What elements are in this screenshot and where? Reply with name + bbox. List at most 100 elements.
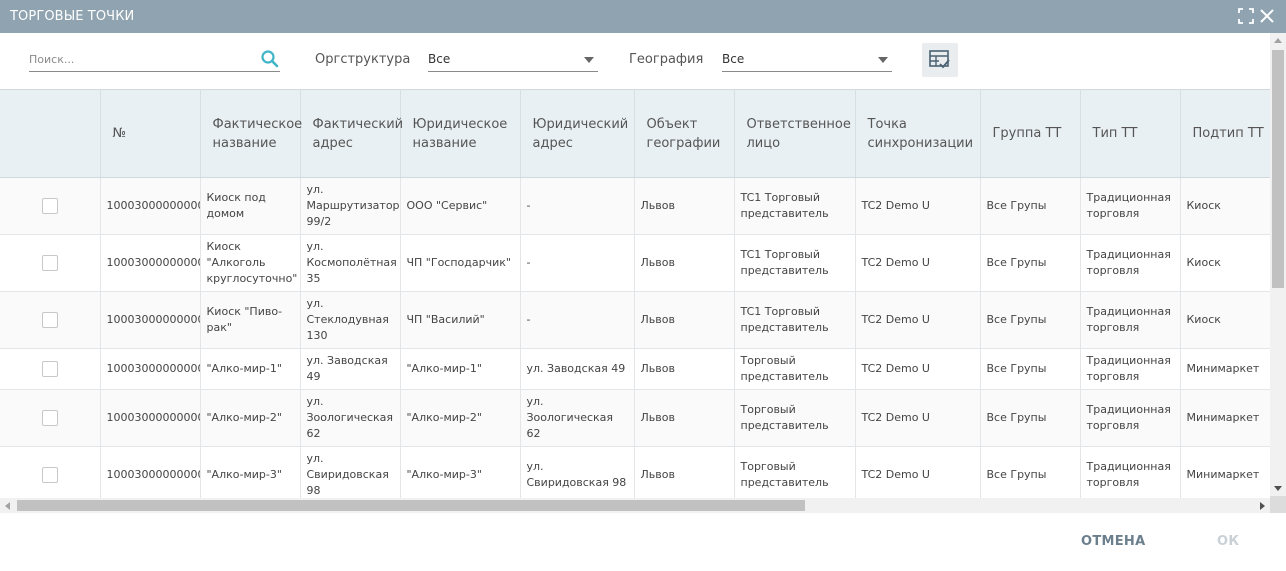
table-cell: ул. Зоологическая 62: [300, 389, 401, 447]
table-cell: "Алко-мир-3": [200, 446, 301, 498]
table-settings-button[interactable]: [922, 43, 958, 77]
column-header[interactable]: Ответственное лицо: [734, 89, 856, 178]
table-cell: ул. Заводская 49: [300, 348, 401, 390]
horizontal-scroll-thumb[interactable]: [17, 500, 805, 511]
geography-label: География: [629, 52, 704, 67]
row-select-cell[interactable]: [0, 348, 101, 390]
maximize-icon[interactable]: [1238, 8, 1254, 24]
table-cell: TC2 Demo U: [855, 177, 981, 235]
table-cell: ул. Свиридовская 98: [520, 446, 635, 498]
table-cell: Львов: [634, 291, 735, 349]
close-icon[interactable]: [1259, 8, 1275, 24]
column-header[interactable]: Подтип ТТ: [1180, 89, 1270, 178]
table-cell: TC1 Торговый представитель: [734, 177, 856, 235]
table-row[interactable]: 1000300000000005 "Алко-мир-2" ул. Зоолог…: [0, 389, 1270, 447]
table-cell: Киоск: [1180, 234, 1270, 292]
column-header[interactable]: №: [100, 89, 201, 178]
search-field[interactable]: [29, 48, 280, 72]
search-input[interactable]: [29, 48, 254, 71]
table-cell: 1000300000000006: [100, 446, 201, 498]
chevron-down-icon[interactable]: [584, 57, 594, 63]
scroll-right-icon[interactable]: [1260, 502, 1265, 510]
row-checkbox[interactable]: [41, 361, 58, 377]
title-bar: ТОРГОВЫЕ ТОЧКИ: [0, 0, 1286, 33]
table-settings-icon: [929, 50, 950, 69]
table-cell: -: [520, 177, 635, 235]
row-select-cell[interactable]: [0, 446, 101, 498]
trade-points-table: № Фактическое название Фактический адрес…: [0, 89, 1270, 498]
table-cell: ЧП "Господарчик": [400, 234, 521, 292]
table-cell: TC2 Demo U: [855, 291, 981, 349]
org-structure-label: Оргструктура: [315, 52, 411, 67]
table-cell: Традиционная торговля: [1080, 177, 1181, 235]
table-cell: "Алко-мир-1": [400, 348, 521, 390]
column-header[interactable]: Тип ТТ: [1080, 89, 1181, 178]
table-cell: Традиционная торговля: [1080, 234, 1181, 292]
table-cell: TC2 Demo U: [855, 234, 981, 292]
org-structure-select[interactable]: Все: [428, 48, 598, 72]
table-cell: ул. Маршрутизаторная 99/2: [300, 177, 401, 235]
row-checkbox[interactable]: [41, 410, 58, 426]
column-header[interactable]: Точка синхронизации: [855, 89, 981, 178]
table-cell: Киоск "Пиво-рак": [200, 291, 301, 349]
table-cell: 1000300000000001: [100, 177, 201, 235]
table-cell: Львов: [634, 446, 735, 498]
table-cell: ул. Свиридовская 98: [300, 446, 401, 498]
table-cell: ООО "Сервис": [400, 177, 521, 235]
table-cell: -: [520, 291, 635, 349]
table-cell: Все Групы: [980, 177, 1081, 235]
table-cell: Киоск: [1180, 177, 1270, 235]
column-header[interactable]: Фактический адрес: [300, 89, 403, 178]
table-cell: Львов: [634, 177, 735, 235]
table-row[interactable]: 1000300000000001 Киоск под домом ул. Мар…: [0, 177, 1270, 235]
ok-button[interactable]: ОК: [1217, 534, 1239, 549]
table-cell: Все Групы: [980, 348, 1081, 390]
table-row[interactable]: 1000300000000003 Киоск "Пиво-рак" ул. Ст…: [0, 291, 1270, 349]
table-cell: Минимаркет: [1180, 348, 1270, 390]
org-structure-value: Все: [428, 52, 451, 66]
column-header[interactable]: Юридическое название: [400, 89, 521, 178]
column-header[interactable]: Объект географии: [634, 89, 735, 178]
table-cell: Традиционная торговля: [1080, 446, 1181, 498]
geography-value: Все: [722, 52, 745, 66]
table-row[interactable]: 1000300000000002 Киоск "Алкоголь круглос…: [0, 234, 1270, 292]
table-cell: TC1 Торговый представитель: [734, 234, 856, 292]
search-icon[interactable]: [260, 49, 280, 69]
table-cell: Львов: [634, 348, 735, 390]
table-cell: Все Групы: [980, 234, 1081, 292]
row-checkbox[interactable]: [41, 255, 58, 271]
table-cell: Торговый представитель: [734, 348, 856, 390]
column-header[interactable]: Фактическое название: [200, 89, 302, 178]
scroll-up-icon[interactable]: [1274, 38, 1282, 43]
column-header[interactable]: Юридический адрес: [520, 89, 635, 178]
table-cell: ул. Космополётная 35: [300, 234, 401, 292]
filter-toolbar: Оргструктура Все География Все: [0, 33, 1286, 89]
scroll-left-icon[interactable]: [5, 502, 10, 510]
row-checkbox[interactable]: [41, 312, 58, 328]
chevron-down-icon[interactable]: [878, 57, 888, 63]
table-cell: "Алко-мир-2": [400, 389, 521, 447]
table-cell: ул. Зоологическая 62: [520, 389, 635, 447]
table-cell: Киоск "Алкоголь круглосуточно": [200, 234, 301, 292]
table-cell: ул. Стеклодувная 130: [300, 291, 401, 349]
table-row[interactable]: 1000300000000006 "Алко-мир-3" ул. Свирид…: [0, 446, 1270, 498]
vertical-scroll-thumb[interactable]: [1272, 50, 1284, 288]
horizontal-scrollbar[interactable]: [0, 498, 1270, 513]
row-select-cell[interactable]: [0, 177, 101, 235]
scroll-down-icon[interactable]: [1274, 486, 1282, 491]
row-select-cell[interactable]: [0, 291, 101, 349]
table-row[interactable]: 1000300000000004 "Алко-мир-1" ул. Заводс…: [0, 348, 1270, 390]
row-checkbox[interactable]: [41, 467, 58, 483]
table-cell: TC1 Торговый представитель: [734, 291, 856, 349]
row-select-cell[interactable]: [0, 234, 101, 292]
cancel-button[interactable]: ОТМЕНА: [1081, 534, 1145, 549]
geography-select[interactable]: Все: [722, 48, 892, 72]
table-cell: Львов: [634, 234, 735, 292]
column-header[interactable]: Группа ТТ: [980, 89, 1081, 178]
table-cell: Минимаркет: [1180, 389, 1270, 447]
row-checkbox[interactable]: [41, 198, 58, 214]
vertical-scrollbar[interactable]: [1270, 33, 1286, 496]
table-cell: Львов: [634, 389, 735, 447]
row-select-cell[interactable]: [0, 389, 101, 447]
table-cell: "Алко-мир-1": [200, 348, 301, 390]
